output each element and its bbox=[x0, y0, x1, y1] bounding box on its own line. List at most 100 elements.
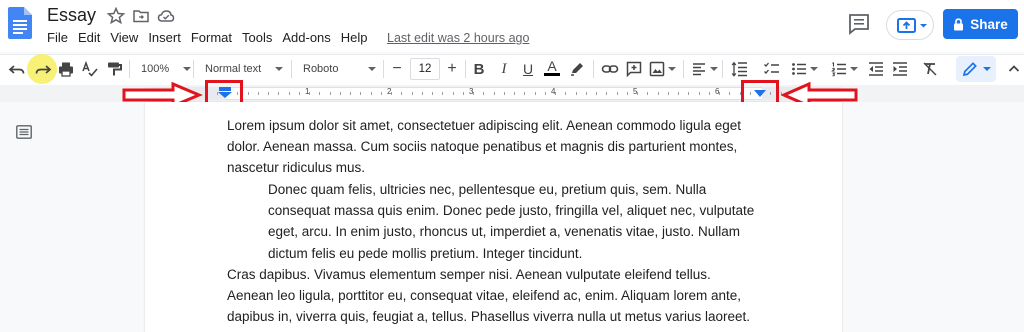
ruler-tick bbox=[401, 92, 402, 95]
ruler-tick bbox=[422, 92, 423, 95]
text-line: Aenean leo ligula, porttitor eu, consequ… bbox=[227, 288, 742, 304]
chevron-down-icon bbox=[809, 67, 818, 71]
text-line: dolor. Aenean massa. Cum sociis natoque … bbox=[227, 139, 738, 155]
zoom-select[interactable]: 100% bbox=[141, 58, 192, 80]
chevron-down-icon bbox=[982, 67, 991, 71]
increase-indent-icon bbox=[893, 62, 907, 76]
redo-button[interactable] bbox=[33, 58, 53, 80]
cloud-saved-icon[interactable] bbox=[157, 7, 175, 25]
align-left-icon bbox=[692, 63, 705, 76]
toolbar-separator bbox=[593, 60, 594, 78]
share-button[interactable]: Share bbox=[943, 9, 1018, 39]
toolbar-separator bbox=[383, 60, 384, 78]
ruler-tick bbox=[524, 92, 525, 95]
italic-button[interactable]: I bbox=[496, 58, 512, 80]
ruler-tick bbox=[442, 92, 443, 95]
highlight-color-button[interactable] bbox=[568, 58, 586, 80]
present-button[interactable] bbox=[886, 10, 934, 40]
bold-button[interactable]: B bbox=[471, 58, 487, 80]
insert-link-button[interactable] bbox=[600, 58, 620, 80]
google-docs-window: Essay File Edit View Insert Format Tools… bbox=[0, 0, 1024, 332]
spellcheck-button[interactable] bbox=[80, 58, 100, 80]
insert-comment-button[interactable] bbox=[624, 58, 644, 80]
ruler-number: 4 bbox=[551, 87, 556, 96]
ruler-tick bbox=[278, 92, 279, 95]
menu-view[interactable]: View bbox=[110, 30, 143, 45]
menu-file[interactable]: File bbox=[47, 30, 73, 45]
increase-font-size-button[interactable]: + bbox=[444, 58, 460, 80]
hide-menus-button[interactable] bbox=[1006, 58, 1022, 80]
chevron-down-icon bbox=[368, 67, 377, 71]
align-button[interactable] bbox=[690, 58, 718, 80]
insert-image-button[interactable] bbox=[648, 58, 676, 80]
decrease-font-size-button[interactable]: − bbox=[389, 58, 405, 80]
paragraph-1[interactable]: Lorem ipsum dolor sit amet, consectetuer… bbox=[227, 115, 741, 179]
paint-format-button[interactable] bbox=[104, 58, 124, 80]
ruler-tick bbox=[330, 92, 331, 95]
print-button[interactable] bbox=[56, 58, 76, 80]
ruler-tick bbox=[565, 92, 566, 95]
ruler-tick bbox=[729, 92, 730, 95]
editing-mode-button[interactable] bbox=[956, 56, 996, 82]
star-icon[interactable] bbox=[107, 7, 125, 25]
text-line: Donec quam felis, ultricies nec, pellent… bbox=[268, 182, 707, 197]
paragraph-style-select[interactable]: Normal text bbox=[205, 58, 284, 80]
undo-button[interactable] bbox=[7, 58, 27, 80]
ruler-tick bbox=[699, 92, 700, 95]
font-select[interactable]: Roboto bbox=[303, 58, 377, 80]
text-color-button[interactable]: A bbox=[543, 56, 561, 78]
menu-help[interactable]: Help bbox=[341, 30, 373, 45]
document-outline-icon[interactable] bbox=[16, 125, 32, 139]
chevron-down-icon bbox=[709, 67, 718, 71]
menu-bar: File Edit View Insert Format Tools Add-o… bbox=[47, 30, 378, 45]
paragraph-3[interactable]: Cras dapibus. Vivamus elementum semper n… bbox=[227, 264, 750, 328]
ruler-tick bbox=[463, 92, 464, 95]
chevron-down-icon bbox=[849, 67, 858, 71]
ruler-tick bbox=[453, 92, 454, 95]
ruler-tick bbox=[576, 92, 577, 95]
ruler-number: 1 bbox=[305, 87, 310, 96]
ruler-tick bbox=[658, 92, 659, 95]
right-indent-marker-icon[interactable] bbox=[752, 89, 768, 99]
last-edit-link[interactable]: Last edit was 2 hours ago bbox=[387, 31, 529, 45]
text-line: dictum felis eu pede mollis pretium. Int… bbox=[268, 245, 583, 261]
toolbar-separator bbox=[193, 60, 194, 78]
docs-logo-icon[interactable] bbox=[8, 7, 32, 39]
toolbar-separator bbox=[129, 60, 130, 78]
text-line: nascetur ridiculus mus. bbox=[227, 160, 366, 176]
comments-icon[interactable] bbox=[846, 12, 872, 36]
lock-icon bbox=[954, 17, 964, 30]
clear-formatting-button[interactable] bbox=[920, 58, 940, 80]
ruler-tick bbox=[617, 92, 618, 95]
font-size-input[interactable]: 12 bbox=[410, 58, 440, 80]
increase-indent-button[interactable] bbox=[890, 58, 910, 80]
menu-insert[interactable]: Insert bbox=[148, 30, 186, 45]
menu-addons[interactable]: Add-ons bbox=[282, 30, 335, 45]
menu-edit[interactable]: Edit bbox=[78, 30, 105, 45]
line-spacing-button[interactable] bbox=[730, 58, 750, 80]
decrease-indent-button[interactable] bbox=[866, 58, 886, 80]
clear-formatting-icon bbox=[923, 62, 937, 76]
paragraph-2-indented[interactable]: Donec quam felis, ultricies nec, pellent… bbox=[268, 179, 754, 264]
print-icon bbox=[59, 62, 73, 77]
document-title[interactable]: Essay bbox=[47, 5, 96, 26]
ruler-tick bbox=[678, 92, 679, 95]
share-label: Share bbox=[970, 16, 1008, 32]
toolbar-separator bbox=[722, 60, 723, 78]
text-color-letter: A bbox=[547, 58, 557, 74]
ruler-tick bbox=[709, 92, 710, 95]
checklist-button[interactable] bbox=[762, 58, 782, 80]
text-line: Cras dapibus. Vivamus elementum semper n… bbox=[227, 267, 711, 282]
link-icon bbox=[601, 65, 619, 73]
menu-format[interactable]: Format bbox=[191, 30, 237, 45]
ruler-tick bbox=[668, 92, 669, 95]
menu-tools[interactable]: Tools bbox=[242, 30, 277, 45]
left-indent-marker-icon[interactable] bbox=[216, 86, 234, 100]
ruler-tick bbox=[412, 92, 413, 95]
ruler-tick bbox=[289, 92, 290, 95]
underline-button[interactable]: U bbox=[520, 58, 536, 80]
bulleted-list-button[interactable] bbox=[790, 58, 818, 80]
numbered-list-button[interactable] bbox=[830, 58, 858, 80]
ruler-tick bbox=[483, 92, 484, 95]
move-to-folder-icon[interactable] bbox=[132, 7, 150, 25]
